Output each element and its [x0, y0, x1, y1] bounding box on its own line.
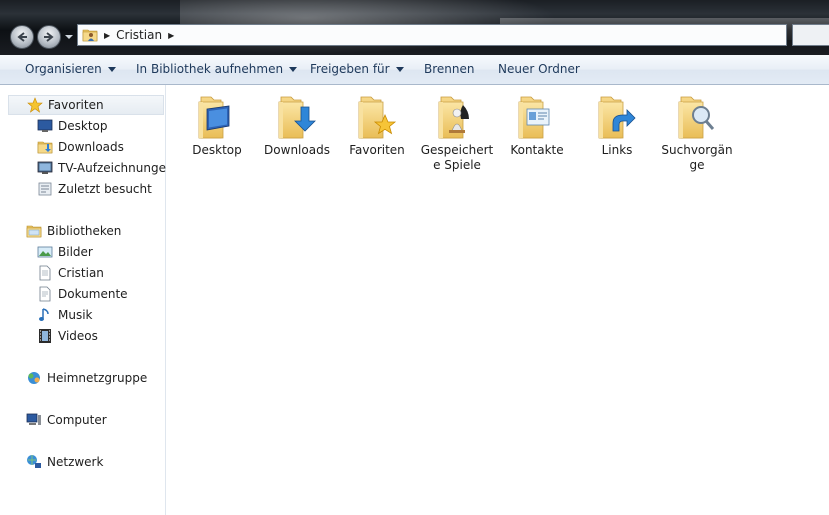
- burn-button[interactable]: Brennen: [424, 62, 474, 76]
- sidebar-item-label: Cristian: [58, 266, 104, 280]
- back-button[interactable]: [10, 25, 34, 49]
- folder-label: Links: [601, 143, 633, 157]
- folder-links[interactable]: Links: [579, 93, 655, 158]
- chevron-down-icon: [289, 67, 298, 72]
- organize-label: Organisieren: [25, 62, 102, 76]
- links-folder-icon: [593, 93, 636, 141]
- recent-pages-dropdown[interactable]: [64, 32, 74, 42]
- sidebar-item-libraries[interactable]: Bibliotheken: [26, 221, 121, 241]
- folder-label: Downloads: [264, 143, 330, 157]
- sidebar-item-label: Downloads: [58, 140, 124, 154]
- breadcrumb-cristian[interactable]: Cristian: [116, 28, 162, 42]
- share-menu[interactable]: Freigeben für: [310, 62, 404, 76]
- navigation-pane: Favoriten Desktop Downloads TV-Aufzeichn…: [0, 85, 174, 515]
- document-icon: [39, 265, 51, 281]
- search-input[interactable]: [792, 24, 829, 46]
- sidebar-item-label: Videos: [58, 329, 98, 343]
- folder-downloads[interactable]: Downloads: [259, 93, 335, 158]
- forward-button[interactable]: [37, 25, 61, 49]
- add-to-library-label: In Bibliothek aufnehmen: [136, 62, 284, 76]
- chevron-down-icon: [395, 67, 404, 72]
- organize-menu[interactable]: Organisieren: [25, 62, 116, 76]
- sidebar-item-cristian-library[interactable]: Cristian: [37, 263, 104, 283]
- back-arrow-icon: [17, 32, 27, 42]
- computer-icon: [26, 413, 41, 425]
- sidebar-item-label: Musik: [58, 308, 93, 322]
- folder-label: Kontakte: [510, 143, 564, 157]
- sidebar-item-label: Bilder: [58, 245, 93, 259]
- downloads-folder-icon: [37, 139, 53, 155]
- downloads-folder-icon: [273, 93, 316, 141]
- sidebar-item-favorites[interactable]: Favoriten: [8, 95, 164, 115]
- star-icon: [27, 97, 43, 113]
- user-folder-icon: [82, 27, 98, 43]
- forward-arrow-icon: [44, 32, 54, 42]
- libraries-icon: [26, 223, 42, 239]
- file-list: Desktop Downloads Favoriten Gespeicherte…: [166, 85, 829, 515]
- address-bar[interactable]: ▶ Cristian ▶: [77, 24, 787, 46]
- film-icon: [39, 329, 51, 343]
- sidebar-item-downloads[interactable]: Downloads: [37, 137, 124, 157]
- folder-searches[interactable]: Suchvorgänge: [659, 93, 735, 173]
- sidebar-item-label: Computer: [47, 413, 107, 427]
- sidebar-item-pictures[interactable]: Bilder: [37, 242, 93, 262]
- sidebar-item-label: Netzwerk: [47, 455, 104, 469]
- sidebar-item-desktop[interactable]: Desktop: [37, 116, 108, 136]
- folder-contacts[interactable]: Kontakte: [499, 93, 575, 158]
- contacts-folder-icon: [513, 93, 550, 141]
- sidebar-item-label: TV-Aufzeichnungen: [58, 161, 174, 175]
- sidebar-item-label: Desktop: [58, 119, 108, 133]
- sidebar-item-videos[interactable]: Videos: [37, 326, 98, 346]
- desktop-folder-icon: [193, 93, 230, 141]
- saved-games-folder-icon: [433, 93, 469, 141]
- documents-icon: [39, 286, 51, 302]
- folder-label: Favoriten: [349, 143, 405, 157]
- folder-label: Desktop: [192, 143, 242, 157]
- folder-desktop[interactable]: Desktop: [179, 93, 255, 158]
- title-bar: ▶ Cristian ▶: [0, 0, 829, 55]
- folder-favorites[interactable]: Favoriten: [339, 93, 415, 158]
- music-note-icon: [39, 308, 49, 321]
- homegroup-icon: [28, 372, 40, 384]
- sidebar-item-documents[interactable]: Dokumente: [37, 284, 128, 304]
- breadcrumb-separator-icon[interactable]: ▶: [104, 31, 110, 40]
- folder-label: Gespeicherte Spiele: [420, 143, 494, 172]
- sidebar-item-label: Bibliotheken: [47, 224, 122, 238]
- new-folder-button[interactable]: Neuer Ordner: [498, 62, 580, 76]
- sidebar-item-homegroup[interactable]: Heimnetzgruppe: [26, 368, 147, 388]
- sidebar-item-music[interactable]: Musik: [37, 305, 93, 325]
- folder-label: Suchvorgänge: [661, 143, 733, 172]
- breadcrumb-separator-icon[interactable]: ▶: [168, 31, 174, 40]
- searches-folder-icon: [673, 93, 715, 141]
- favorites-folder-icon: [353, 93, 397, 141]
- chevron-down-icon: [107, 67, 116, 72]
- add-to-library-menu[interactable]: In Bibliothek aufnehmen: [136, 62, 298, 76]
- pictures-icon: [37, 246, 53, 258]
- sidebar-item-label: Zuletzt besucht: [58, 182, 152, 196]
- sidebar-item-label: Heimnetzgruppe: [47, 371, 148, 385]
- share-label: Freigeben für: [310, 62, 390, 76]
- folder-saved-games[interactable]: Gespeicherte Spiele: [419, 93, 495, 173]
- tv-icon: [37, 161, 53, 174]
- sidebar-item-label: Favoriten: [48, 98, 104, 112]
- network-icon: [27, 455, 41, 468]
- sidebar-item-label: Dokumente: [58, 287, 128, 301]
- sidebar-item-recent[interactable]: Zuletzt besucht: [37, 179, 152, 199]
- desktop-icon: [37, 119, 53, 132]
- sidebar-item-tv-recordings[interactable]: TV-Aufzeichnungen: [37, 158, 174, 178]
- command-bar: Organisieren In Bibliothek aufnehmen Fre…: [0, 55, 829, 85]
- recent-places-icon: [38, 182, 52, 196]
- sidebar-item-network[interactable]: Netzwerk: [26, 452, 103, 472]
- sidebar-item-computer[interactable]: Computer: [26, 410, 107, 430]
